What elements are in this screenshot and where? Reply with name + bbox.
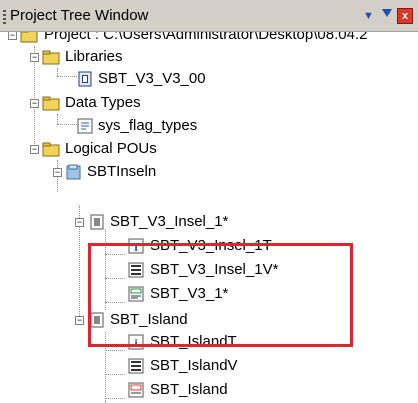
tree-node-project[interactable]: − Project : C:\Users\Administrator\Deskt… [0, 32, 418, 46]
folder-icon [66, 164, 81, 180]
tree-line [105, 374, 125, 375]
tree-node-label: SBT_V3_V3_00 [98, 70, 206, 87]
tree-node-label: SBT_IslandV [150, 357, 238, 374]
folder-icon [42, 142, 60, 157]
collapse-toggle[interactable]: − [30, 99, 39, 108]
highlight-box [88, 243, 353, 347]
folder-icon [42, 96, 60, 111]
tree-line [57, 114, 58, 124]
project-folder-icon [20, 32, 38, 43]
dropdown-icon[interactable] [382, 9, 392, 17]
library-book-icon [78, 71, 92, 87]
tree-node-label: Libraries [65, 48, 123, 65]
window-title: Project Tree Window [10, 7, 149, 24]
tree-node-label: Project : C:\Users\Administrator\Desktop… [44, 32, 368, 43]
tree-line [105, 350, 125, 351]
collapse-toggle[interactable]: − [75, 218, 84, 227]
tree-line [57, 68, 58, 76]
collapse-toggle[interactable]: − [30, 53, 39, 62]
collapse-toggle[interactable]: − [30, 145, 39, 154]
collapse-toggle[interactable]: − [75, 316, 84, 325]
tree-line [57, 124, 77, 125]
tree-node-label: SBT_V3_Insel_1* [110, 213, 229, 230]
collapse-toggle[interactable]: − [53, 168, 62, 177]
collapse-toggle[interactable]: − [8, 32, 17, 40]
tree-line [105, 398, 125, 399]
datatype-icon [77, 118, 93, 134]
tree-node-label: Data Types [65, 94, 141, 111]
body-icon [128, 382, 144, 398]
project-tree: − Project : C:\Users\Administrator\Deskt… [0, 32, 418, 403]
tree-line [57, 76, 77, 77]
tree-node-label: sys_flag_types [98, 117, 198, 134]
tree-node-label: Logical POUs [65, 140, 157, 157]
tree-node-label: SBTInseln [87, 163, 157, 180]
pin-icon[interactable]: ▼ [363, 10, 374, 22]
title-bar: Project Tree Window ▼ x [0, 0, 418, 32]
variables-icon [128, 358, 144, 374]
tree-node-label: SBT_Island [150, 381, 228, 398]
close-icon[interactable]: x [397, 8, 413, 24]
drag-grip[interactable] [3, 10, 6, 24]
pou-icon [90, 214, 104, 230]
folder-icon [42, 50, 60, 65]
